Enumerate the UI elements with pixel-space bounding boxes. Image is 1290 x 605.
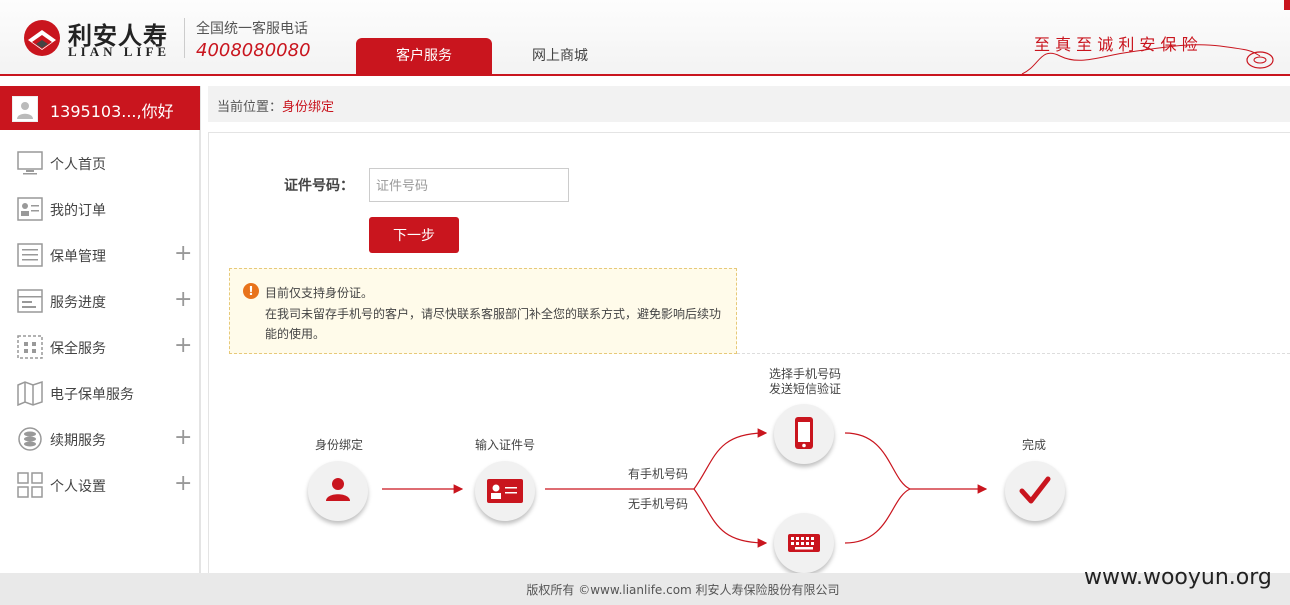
expand-plus-icon[interactable]: +	[174, 243, 192, 265]
hotline-number: 4008080080	[196, 40, 311, 61]
logo-en-text: LIAN LIFE	[68, 44, 171, 59]
site-header: 利安人寿 LIAN LIFE 全国统一客服电话 4008080080 客户服务 …	[0, 0, 1290, 76]
sidebar-item-home[interactable]: 个人首页	[0, 140, 200, 186]
step-input-id-circle	[475, 461, 535, 521]
breadcrumb-current[interactable]: 身份绑定	[282, 100, 334, 115]
sidebar-item-label: 服务进度	[50, 295, 106, 311]
person-icon	[326, 478, 350, 501]
sidebar-item-label: 个人首页	[50, 157, 106, 173]
step-label: 输入证件号	[474, 438, 535, 452]
watermark: www.wooyun.org	[1084, 565, 1272, 590]
apps-icon	[17, 472, 43, 498]
breadcrumb-prefix: 当前位置：	[217, 100, 283, 115]
lian-life-logo[interactable]: 利安人寿 LIAN LIFE	[22, 16, 182, 60]
sidebar-item-service-progress[interactable]: 服务进度 +	[0, 278, 200, 324]
tab-customer-service[interactable]: 客户服务	[356, 38, 492, 74]
logo-mark-icon	[24, 20, 60, 56]
warning-icon: !	[243, 283, 259, 299]
step-sms-circle	[774, 404, 834, 464]
sidebar-item-settings[interactable]: 个人设置 +	[0, 462, 200, 508]
user-greeting-bar: 1395103...,你好	[0, 86, 200, 130]
step-done-circle	[1005, 461, 1065, 521]
expand-plus-icon[interactable]: +	[174, 289, 192, 311]
coins-icon	[18, 427, 42, 451]
sidebar-item-renewal[interactable]: 续期服务 +	[0, 416, 200, 462]
monitor-icon	[17, 151, 43, 175]
id-card-icon	[487, 479, 523, 503]
slogan-text: 至 真 至 诚 利 安 保 险	[1034, 35, 1198, 54]
logo-divider	[184, 18, 185, 58]
user-greeting: 1395103...,你好	[50, 102, 174, 121]
sidebar-item-label: 保单管理	[50, 249, 106, 265]
list-icon	[17, 243, 43, 267]
step-label: 完成	[1021, 438, 1046, 452]
branch-label: 有手机号码	[627, 467, 688, 481]
branch-label: 无手机号码	[627, 497, 688, 511]
grid-box-icon	[17, 335, 43, 359]
expand-plus-icon[interactable]: +	[174, 473, 192, 495]
dashed-divider	[737, 353, 1290, 354]
sidebar-item-label: 保全服务	[50, 341, 106, 357]
tab-online-mall[interactable]: 网上商城	[510, 38, 610, 74]
id-number-input[interactable]	[369, 168, 569, 202]
notice-text: 在我司未留存手机号的客户，请尽快联系客服部门补全您的联系方式，避免影响后续功能的…	[265, 307, 722, 341]
sidebar-item-orders[interactable]: 我的订单	[0, 186, 200, 232]
next-step-button[interactable]: 下一步	[369, 217, 459, 253]
hotline-label: 全国统一客服电话	[196, 21, 308, 37]
id-number-label: 证件号码：	[284, 178, 354, 194]
sidebar-item-label: 我的订单	[50, 203, 106, 219]
step-label: 发送短信验证	[768, 382, 841, 396]
sidebar-menu: 个人首页 我的订单 保单管理 + 服务进度 + 保全服务 + 电子保单服务 续期…	[0, 140, 200, 508]
mobile-phone-icon	[795, 417, 813, 449]
sidebar-item-preservation[interactable]: 保全服务 +	[0, 324, 200, 370]
step-label: 身份绑定	[314, 438, 363, 452]
sidebar-item-e-policy[interactable]: 电子保单服务	[0, 370, 200, 416]
breadcrumb: 当前位置：身份绑定	[208, 86, 1290, 122]
corner-mark	[1284, 0, 1290, 10]
sidebar-item-label: 个人设置	[50, 479, 106, 495]
step-no-phone-circle	[774, 513, 834, 573]
progress-icon	[17, 289, 43, 313]
notice-text: 目前仅支持身份证。	[265, 286, 374, 300]
checkmark-icon	[1019, 476, 1051, 504]
map-icon	[17, 380, 43, 406]
expand-plus-icon[interactable]: +	[174, 427, 192, 449]
sidebar-item-policy-mgmt[interactable]: 保单管理 +	[0, 232, 200, 278]
sidebar-item-label: 续期服务	[50, 433, 106, 449]
keyboard-icon	[788, 534, 820, 552]
avatar[interactable]	[12, 96, 38, 122]
slogan-graphic: 至 真 至 诚 利 安 保 险	[1021, 35, 1274, 75]
notice-box: ! 目前仅支持身份证。 在我司未留存手机号的客户，请尽快联系客服部门补全您的联系…	[229, 268, 737, 354]
breadcrumb-text: 当前位置：身份绑定	[217, 96, 334, 115]
user-avatar-icon	[17, 102, 33, 119]
sidebar-item-label: 电子保单服务	[50, 387, 134, 403]
expand-plus-icon[interactable]: +	[174, 335, 192, 357]
step-bind-circle	[308, 461, 368, 521]
sidebar: 1395103...,你好 个人首页 我的订单 保单管理 + 服务进度 + 保全…	[0, 86, 201, 573]
id-card-icon	[17, 197, 43, 221]
